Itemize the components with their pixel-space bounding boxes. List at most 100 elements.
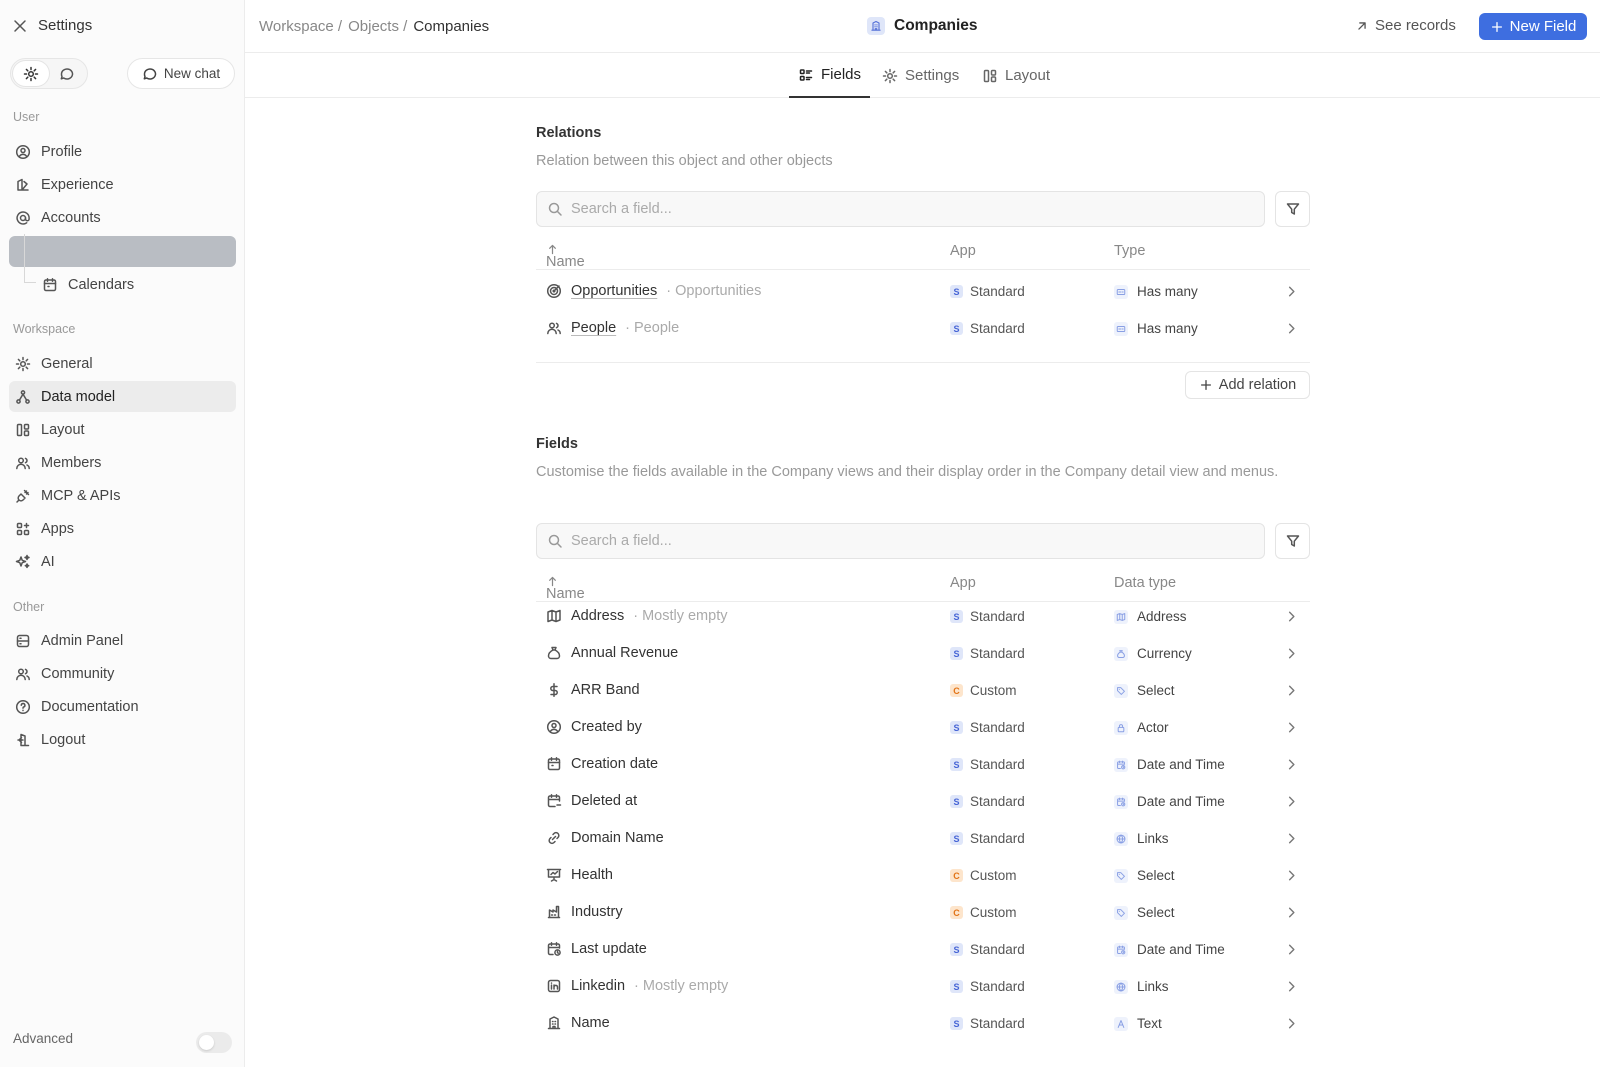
table-row[interactable]: Last update S Standard Date and Time xyxy=(536,931,1310,969)
sidebar-item-label: Members xyxy=(41,454,102,471)
sidebar-item-selected-blank[interactable] xyxy=(9,236,236,267)
type-label: Select xyxy=(1137,905,1175,920)
table-row[interactable]: Address · Mostly empty S Standard Address xyxy=(536,598,1310,636)
type-cell: Select xyxy=(1114,683,1175,698)
table-row[interactable]: Annual Revenue S Standard Currency xyxy=(536,635,1310,673)
column-name[interactable]: Name xyxy=(546,575,585,602)
chevron-right-icon[interactable] xyxy=(1284,868,1299,883)
chevron-right-icon[interactable] xyxy=(1284,831,1299,846)
table-row[interactable]: Opportunities · Opportunities S Standard Has… xyxy=(536,273,1310,311)
add-relation-button[interactable]: Add relation xyxy=(1185,371,1310,399)
sidebar-item-general[interactable]: General xyxy=(9,348,236,379)
app-label: Standard xyxy=(970,757,1025,772)
type-label: Text xyxy=(1137,1016,1162,1031)
app-label: Custom xyxy=(970,905,1017,920)
column-app: App xyxy=(950,243,976,259)
table-row[interactable]: Name S Standard Text xyxy=(536,1005,1310,1043)
settings-mode-button[interactable] xyxy=(13,61,49,86)
app-label: Standard xyxy=(970,979,1025,994)
layout-icon xyxy=(15,422,31,438)
app-badge: S xyxy=(950,980,963,993)
table-row[interactable]: Health C Custom Select xyxy=(536,857,1310,895)
chevron-right-icon[interactable] xyxy=(1284,905,1299,920)
chevron-right-icon[interactable] xyxy=(1284,979,1299,994)
sidebar-item-documentation[interactable]: Documentation xyxy=(9,691,236,722)
chevron-right-icon[interactable] xyxy=(1284,942,1299,957)
sidebar-item-members[interactable]: Members xyxy=(9,447,236,478)
sidebar-item-community[interactable]: Community xyxy=(9,658,236,689)
chevron-right-icon[interactable] xyxy=(1284,284,1299,299)
calendar-clock-icon xyxy=(1114,794,1128,809)
top-bar: Workspace / Objects / Companies Companie… xyxy=(245,0,1600,53)
breadcrumb-workspace[interactable]: Workspace / xyxy=(259,18,342,35)
chevron-right-icon[interactable] xyxy=(1284,720,1299,735)
chevron-right-icon[interactable] xyxy=(1284,609,1299,624)
sidebar-item-logout[interactable]: Logout xyxy=(9,724,236,755)
tab-layout[interactable]: Layout xyxy=(982,53,1050,98)
sidebar-item-label: Data model xyxy=(41,388,116,405)
see-records-label: See records xyxy=(1375,17,1456,34)
tab-fields[interactable]: Fields xyxy=(789,53,870,98)
app-badge: S xyxy=(950,758,963,771)
sidebar-item-label: MCP & APIs xyxy=(41,487,121,504)
sidebar-item-data-model[interactable]: Data model xyxy=(9,381,236,412)
table-row[interactable]: Industry C Custom Select xyxy=(536,894,1310,932)
sidebar-item-profile[interactable]: Profile xyxy=(9,136,236,167)
app-cell: S Standard xyxy=(950,646,1025,661)
table-row[interactable]: Created by S Standard Actor xyxy=(536,709,1310,747)
table-row[interactable]: Domain Name S Standard Links xyxy=(536,820,1310,858)
chevron-right-icon[interactable] xyxy=(1284,1016,1299,1031)
field-name-cell: ARR Band xyxy=(546,682,640,698)
sidebar-item-layout[interactable]: Layout xyxy=(9,414,236,445)
app-badge: S xyxy=(950,721,963,734)
table-row[interactable]: Deleted at S Standard Date and Time xyxy=(536,783,1310,821)
sidebar-item-experience[interactable]: Experience xyxy=(9,169,236,200)
app-label: Standard xyxy=(970,720,1025,735)
relations-filter-button[interactable] xyxy=(1275,191,1310,227)
sidebar-item-calendars[interactable]: Calendars xyxy=(42,269,134,300)
chevron-right-icon[interactable] xyxy=(1284,321,1299,336)
sidebar-item-label: Profile xyxy=(41,143,83,160)
fields-description: Customise the fields available in the Co… xyxy=(536,464,1279,480)
column-name[interactable]: Name xyxy=(546,243,585,270)
table-row[interactable]: Linkedin · Mostly empty S Standard Links xyxy=(536,968,1310,1006)
chevron-right-icon[interactable] xyxy=(1284,646,1299,661)
sidebar-item-admin-panel[interactable]: Admin Panel xyxy=(9,625,236,656)
text-icon xyxy=(1114,1016,1128,1031)
field-name-cell: Address · Mostly empty xyxy=(546,608,727,624)
fields-search-input[interactable] xyxy=(571,533,1251,549)
chevron-right-icon[interactable] xyxy=(1284,757,1299,772)
column-type: Type xyxy=(1114,243,1146,259)
sidebar-header: Settings xyxy=(12,17,92,34)
user-circle-icon xyxy=(546,719,562,735)
tab-settings[interactable]: Settings xyxy=(882,53,959,98)
field-name: Created by xyxy=(571,719,642,735)
type-label: Has many xyxy=(1137,284,1198,299)
relations-search-input[interactable] xyxy=(571,201,1251,217)
table-row[interactable]: Creation date S Standard Date and Time xyxy=(536,746,1310,784)
type-cell: Links xyxy=(1114,831,1169,846)
app-badge: S xyxy=(950,832,963,845)
chevron-right-icon[interactable] xyxy=(1284,794,1299,809)
sidebar-item-apps[interactable]: Apps xyxy=(9,513,236,544)
see-records-button[interactable]: See records xyxy=(1355,17,1456,34)
field-name: Last update xyxy=(571,941,647,957)
chevron-right-icon[interactable] xyxy=(1284,683,1299,698)
sidebar-item-mcp-apis[interactable]: MCP & APIs xyxy=(9,480,236,511)
new-chat-button[interactable]: New chat xyxy=(127,58,235,89)
app-cell: S Standard xyxy=(950,720,1025,735)
table-row[interactable]: People · People S Standard Has many xyxy=(536,310,1310,348)
user-circle-icon xyxy=(15,144,31,160)
close-icon[interactable] xyxy=(12,18,28,34)
sidebar-item-label: General xyxy=(41,355,93,372)
advanced-toggle[interactable] xyxy=(196,1032,232,1053)
new-field-button[interactable]: New Field xyxy=(1479,13,1587,40)
breadcrumb-objects[interactable]: Objects / xyxy=(348,18,407,35)
sidebar-item-accounts[interactable]: Accounts xyxy=(9,202,236,233)
table-row[interactable]: ARR Band C Custom Select xyxy=(536,672,1310,710)
chat-mode-button[interactable] xyxy=(49,61,85,86)
hierarchy-icon xyxy=(15,389,31,405)
fields-filter-button[interactable] xyxy=(1275,523,1310,559)
sidebar-item-ai[interactable]: AI xyxy=(9,546,236,577)
type-label: Select xyxy=(1137,683,1175,698)
